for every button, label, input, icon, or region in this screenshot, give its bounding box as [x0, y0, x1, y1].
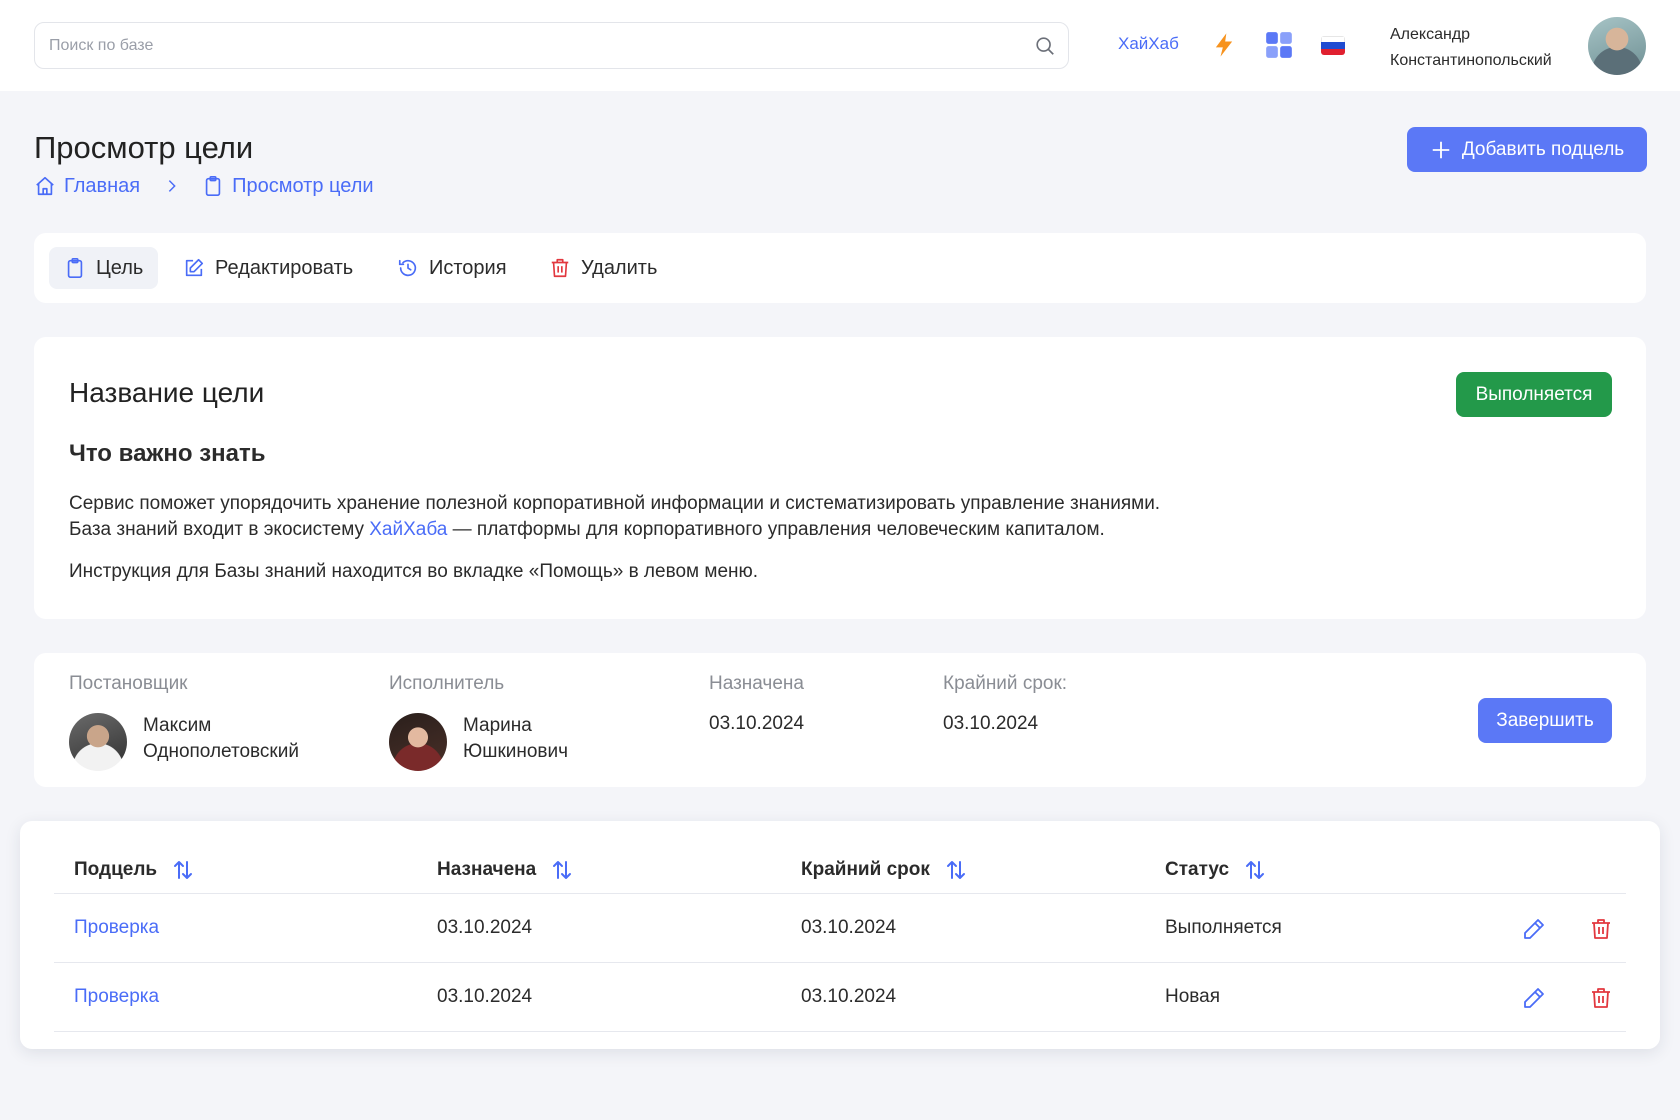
edit-pencil-icon[interactable]: [1522, 917, 1546, 941]
row-divider: [54, 893, 1626, 894]
search-box: [34, 22, 1069, 69]
column-header-assigned[interactable]: Назначена: [437, 855, 574, 885]
subgoal-link[interactable]: Проверка: [74, 917, 159, 939]
top-bar: ХайХаб Александр Константинопольский: [0, 0, 1680, 91]
clipboard-icon: [67, 258, 83, 278]
executor-name[interactable]: Марина Юшкинович: [463, 713, 568, 765]
description-line-1: Сервис поможет упорядочить хранение поле…: [69, 493, 1161, 514]
trash-icon[interactable]: [1589, 986, 1613, 1010]
tab-history[interactable]: История: [382, 247, 522, 289]
edit-pencil-icon[interactable]: [1522, 986, 1546, 1010]
finish-button[interactable]: Завершить: [1478, 698, 1612, 743]
column-header-subgoal[interactable]: Подцель: [74, 855, 195, 885]
breadcrumb-current-label: Просмотр цели: [232, 174, 374, 197]
brand-link[interactable]: ХайХаб: [1118, 34, 1179, 54]
subgoal-status: Новая: [1165, 986, 1221, 1007]
deadline-date: 03.10.2024: [943, 713, 1039, 734]
tab-goal-label: Цель: [96, 256, 144, 279]
assigned-label: Назначена: [709, 673, 804, 694]
tab-goal[interactable]: Цель: [49, 247, 159, 289]
description-text: — платформы для корпоративного управлени…: [447, 519, 1105, 540]
assigner-label: Постановщик: [69, 673, 188, 694]
chevron-right-icon: [164, 178, 180, 194]
user-avatar[interactable]: [1588, 17, 1646, 75]
add-subgoal-button[interactable]: Добавить подцель: [1407, 127, 1647, 172]
column-header-label: Назначена: [437, 859, 537, 880]
user-name[interactable]: Александр Константинопольский: [1390, 22, 1552, 74]
tab-edit-label: Редактировать: [215, 256, 354, 279]
breadcrumb-home-label: Главная: [64, 174, 141, 197]
column-header-label: Статус: [1165, 859, 1230, 880]
history-icon: [398, 259, 417, 277]
goal-card: Название цели Выполняется Что важно знат…: [34, 337, 1646, 619]
instruction-paragraph: Инструкция для Базы знаний находится во …: [69, 561, 759, 582]
status-badge: Выполняется: [1456, 372, 1612, 417]
column-header-deadline[interactable]: Крайний срок: [801, 855, 968, 885]
clipboard-icon: [205, 176, 221, 196]
executor-avatar[interactable]: [389, 713, 447, 771]
lightning-icon[interactable]: [1210, 31, 1238, 59]
add-subgoal-label: Добавить подцель: [1461, 138, 1625, 160]
assigner-avatar[interactable]: [69, 713, 127, 771]
assignment-card: Постановщик Максим Однополетовский Испол…: [34, 653, 1646, 787]
user-last-name: Константинопольский: [1390, 52, 1552, 69]
sort-icon[interactable]: [550, 858, 574, 882]
home-icon: [36, 176, 54, 196]
tab-delete-label: Удалить: [581, 256, 658, 279]
subgoal-deadline: 03.10.2024: [801, 986, 897, 1007]
assigner-name[interactable]: Максим Однополетовский: [143, 713, 299, 765]
search-icon[interactable]: [1034, 35, 1056, 57]
search-input[interactable]: [49, 23, 1009, 68]
tab-edit[interactable]: Редактировать: [168, 247, 368, 289]
column-header-status[interactable]: Статус: [1165, 855, 1267, 885]
user-first-name: Александр: [1390, 26, 1471, 43]
trash-icon: [551, 258, 569, 278]
edit-icon: [185, 258, 204, 277]
subgoal-status: Выполняется: [1165, 917, 1282, 938]
tabs-bar: Цель Редактировать История Удалить: [34, 233, 1646, 303]
sort-icon[interactable]: [1243, 858, 1267, 882]
trash-icon[interactable]: [1589, 917, 1613, 941]
column-header-label: Подцель: [74, 859, 158, 880]
subgoal-deadline: 03.10.2024: [801, 917, 897, 938]
executor-last-name: Юшкинович: [463, 741, 569, 762]
subgoal-link[interactable]: Проверка: [74, 986, 159, 1008]
assigner-last-name: Однополетовский: [143, 741, 299, 762]
row-divider: [54, 962, 1626, 963]
apps-grid-icon[interactable]: [1265, 31, 1293, 59]
column-header-label: Крайний срок: [801, 859, 930, 880]
page-title: Просмотр цели: [34, 130, 254, 165]
subgoals-table: Подцель Назначена Крайний срок Статус Пр…: [20, 821, 1660, 1049]
breadcrumb-home[interactable]: Главная: [34, 175, 140, 198]
tab-delete[interactable]: Удалить: [534, 247, 672, 289]
breadcrumb: Главная Просмотр цели: [34, 174, 374, 198]
sort-icon[interactable]: [171, 858, 195, 882]
breadcrumb-current[interactable]: Просмотр цели: [202, 174, 374, 198]
description-text: База знаний входит в экосистему: [69, 519, 370, 540]
executor-label: Исполнитель: [389, 673, 505, 694]
subgoal-assigned: 03.10.2024: [437, 986, 533, 1007]
haihab-link[interactable]: ХайХаба: [369, 519, 447, 540]
plus-icon: [1432, 141, 1450, 158]
description-line-2: База знаний входит в экосистему ХайХаба …: [69, 517, 1569, 543]
row-divider: [54, 1031, 1626, 1032]
deadline-label: Крайний срок:: [943, 673, 1068, 694]
assigner-first-name: Максим: [143, 715, 212, 736]
section-title: Что важно знать: [69, 440, 266, 467]
assigned-date: 03.10.2024: [709, 713, 805, 734]
sort-icon[interactable]: [944, 858, 968, 882]
executor-first-name: Марина: [463, 715, 532, 736]
subgoal-assigned: 03.10.2024: [437, 917, 533, 938]
russia-flag-icon[interactable]: [1321, 36, 1345, 55]
tab-history-label: История: [429, 256, 507, 279]
goal-title: Название цели: [69, 377, 265, 408]
description-paragraph: Сервис поможет упорядочить хранение поле…: [69, 491, 1569, 543]
